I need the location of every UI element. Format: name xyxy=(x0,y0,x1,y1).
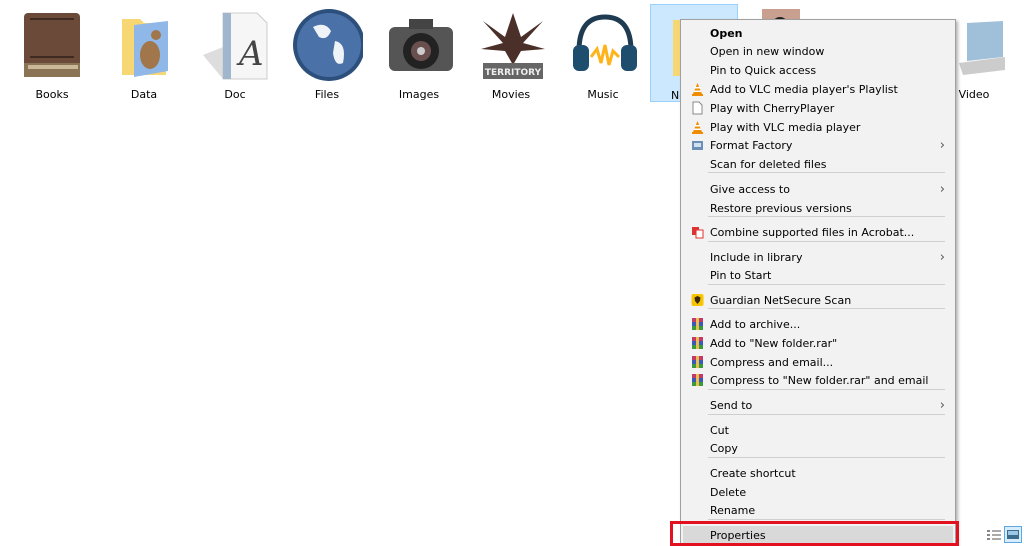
menu-item-label: Compress to "New folder.rar" and email xyxy=(710,374,929,387)
menu-item-compress-and-email[interactable]: Compress and email... xyxy=(683,353,953,372)
menu-item-combine-supported-files-in-acrobat[interactable]: Combine supported files in Acrobat... xyxy=(683,223,953,242)
chevron-right-icon: › xyxy=(939,250,945,265)
context-menu: Open Open in new window Pin to Quick acces… xyxy=(680,19,956,546)
menu-item-add-to-new-folder-rar[interactable]: Add to "New folder.rar" xyxy=(683,334,953,353)
winrar-icon xyxy=(691,317,704,331)
acrobat-icon xyxy=(691,225,704,239)
menu-item-label: Add to VLC media player's Playlist xyxy=(710,83,898,96)
chevron-right-icon: › xyxy=(939,182,945,197)
menu-item-label: Restore previous versions xyxy=(710,202,852,215)
large-icons-view-icon[interactable] xyxy=(1004,526,1022,543)
menu-item-scan-for-deleted-files[interactable]: Scan for deleted files xyxy=(683,155,953,174)
menu-item-cut[interactable]: Cut xyxy=(683,421,953,440)
menu-item-label: Send to xyxy=(710,399,753,412)
menu-item-label: Pin to Quick access xyxy=(710,64,817,77)
item-movies[interactable]: TERRITORY Movies xyxy=(467,4,555,102)
menu-item-play-with-vlc-media-player[interactable]: Play with VLC media player xyxy=(683,118,953,137)
menu-item-label: Cut xyxy=(710,424,729,437)
menu-item-include-in-library[interactable]: Include in library › xyxy=(683,248,953,267)
headphones-icon xyxy=(567,6,639,84)
menu-item-label: Combine supported files in Acrobat... xyxy=(710,226,915,239)
menu-item-label: Open xyxy=(710,27,743,40)
item-label: Images xyxy=(398,88,440,101)
format-factory-icon xyxy=(691,138,704,152)
menu-item-guardian-netsecure-scan[interactable]: Guardian NetSecure Scan xyxy=(683,291,953,310)
svg-text:TERRITORY: TERRITORY xyxy=(485,68,542,78)
camera-icon xyxy=(383,6,455,84)
menu-item-compress-to-new-folder-rar-and-email[interactable]: Compress to "New folder.rar" and email xyxy=(683,371,953,390)
item-label: Books xyxy=(35,88,69,101)
menu-item-pin-to-start[interactable]: Pin to Start xyxy=(683,266,953,285)
winrar-icon xyxy=(691,355,704,369)
page-icon xyxy=(691,101,704,115)
item-images[interactable]: Images xyxy=(375,4,463,102)
menu-item-label: Scan for deleted files xyxy=(710,158,827,171)
item-label: Files xyxy=(314,88,340,101)
menu-item-label: Delete xyxy=(710,486,747,499)
menu-item-label: Rename xyxy=(710,504,756,517)
vlc-icon xyxy=(691,120,704,134)
menu-item-label: Play with VLC media player xyxy=(710,121,861,134)
document-font-icon: A xyxy=(199,6,271,84)
item-books[interactable]: Books xyxy=(8,4,96,102)
details-view-icon[interactable] xyxy=(986,528,1002,542)
menu-item-label: Pin to Start xyxy=(710,269,772,282)
menu-item-add-to-vlc-media-player-s-playlist[interactable]: Add to VLC media player's Playlist xyxy=(683,80,953,99)
winrar-icon xyxy=(691,336,704,350)
menu-item-give-access-to[interactable]: Give access to › xyxy=(683,180,953,199)
guardian-shield-icon xyxy=(691,293,704,307)
menu-item-label: Give access to xyxy=(710,183,790,196)
menu-item-label: Add to "New folder.rar" xyxy=(710,337,838,350)
menu-item-format-factory[interactable]: Format Factory › xyxy=(683,136,953,155)
item-label: Movies xyxy=(491,88,531,101)
menu-item-rename[interactable]: Rename xyxy=(683,501,953,520)
menu-item-open[interactable]: Open xyxy=(683,24,953,43)
menu-item-label: Format Factory xyxy=(710,139,793,152)
menu-item-delete[interactable]: Delete xyxy=(683,483,953,502)
vlc-icon xyxy=(691,82,704,96)
chevron-right-icon: › xyxy=(939,398,945,413)
item-label: Music xyxy=(587,88,619,101)
old-book-icon xyxy=(16,6,88,84)
properties-highlight-box xyxy=(670,521,959,546)
item-files[interactable]: Files xyxy=(283,4,371,102)
menu-item-label: Include in library xyxy=(710,251,803,264)
menu-item-add-to-archive[interactable]: Add to archive... xyxy=(683,315,953,334)
menu-item-create-shortcut[interactable]: Create shortcut xyxy=(683,464,953,483)
menu-item-play-with-cherryplayer[interactable]: Play with CherryPlayer xyxy=(683,99,953,118)
menu-item-pin-to-quick-access[interactable]: Pin to Quick access xyxy=(683,61,953,80)
folder-kangaroo-icon xyxy=(108,6,180,84)
menu-item-label: Add to archive... xyxy=(710,318,801,331)
menu-item-open-in-new-window[interactable]: Open in new window xyxy=(683,42,953,61)
menu-item-label: Open in new window xyxy=(710,45,825,58)
menu-item-restore-previous-versions[interactable]: Restore previous versions xyxy=(683,199,953,218)
menu-item-label: Copy xyxy=(710,442,738,455)
globe-icon xyxy=(291,6,363,84)
winrar-icon xyxy=(691,373,704,387)
item-label: Doc xyxy=(224,88,246,101)
chevron-right-icon: › xyxy=(939,138,945,153)
item-label: Data xyxy=(130,88,158,101)
enemy-territory-icon: TERRITORY xyxy=(475,6,547,84)
item-data[interactable]: Data xyxy=(100,4,188,102)
menu-item-label: Compress and email... xyxy=(710,356,834,369)
item-music[interactable]: Music xyxy=(559,4,647,102)
menu-item-label: Play with CherryPlayer xyxy=(710,102,835,115)
menu-item-label: Guardian NetSecure Scan xyxy=(710,294,852,307)
menu-item-copy[interactable]: Copy xyxy=(683,439,953,458)
item-doc[interactable]: A Doc xyxy=(191,4,279,102)
svg-text:A: A xyxy=(236,34,264,74)
menu-item-send-to[interactable]: Send to › xyxy=(683,396,953,415)
menu-item-label: Create shortcut xyxy=(710,467,796,480)
